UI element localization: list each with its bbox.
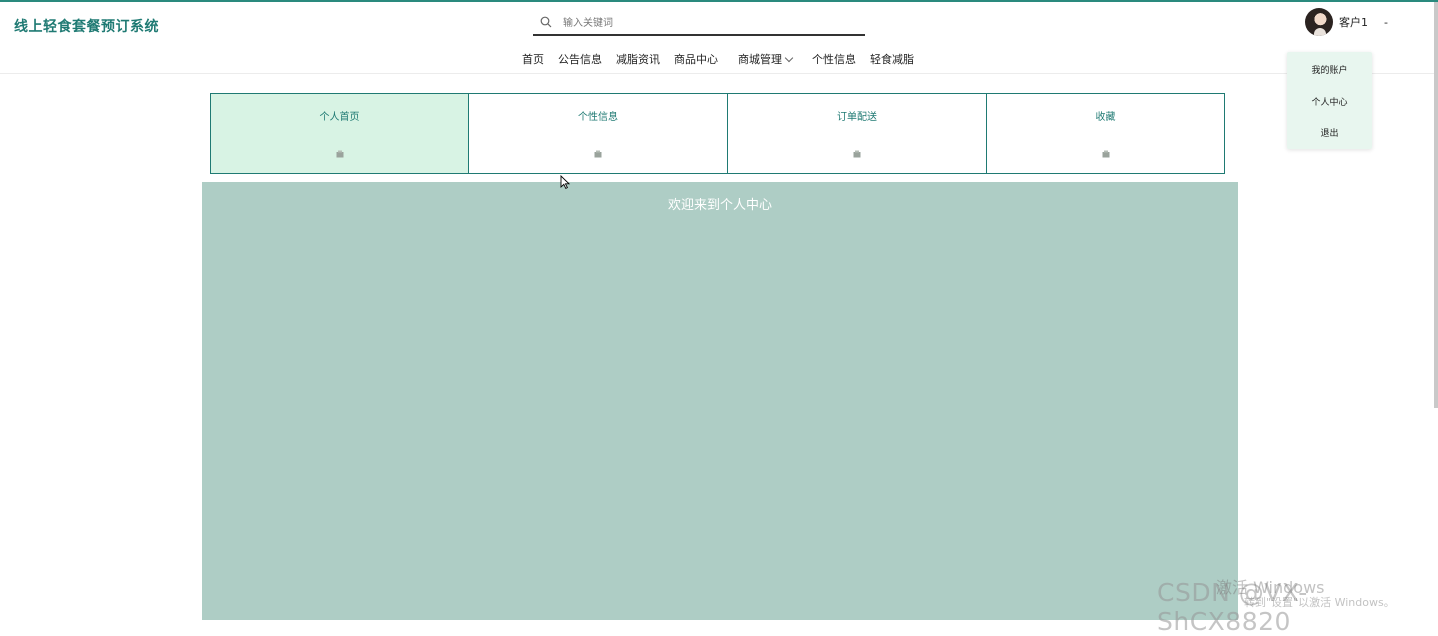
nav-item-profile[interactable]: 个性信息 (812, 51, 856, 67)
main-nav: 首页 公告信息 减脂资讯 商品中心 商城管理 个性信息 轻食减脂 (522, 50, 914, 68)
tab-favorites[interactable]: 收藏 (987, 94, 1224, 173)
menu-item-logout[interactable]: 退出 (1287, 126, 1372, 139)
user-menu-trigger[interactable]: 客户1 - (1305, 8, 1388, 36)
content-panel: 欢迎来到个人中心 (202, 182, 1238, 620)
tab-label: 订单配送 (837, 112, 877, 123)
chevron-down-icon (784, 53, 794, 62)
center-tabs: 个人首页 个性信息 订单配送 收藏 (210, 93, 1225, 174)
nav-item-diet-news[interactable]: 减脂资讯 (616, 51, 660, 67)
activate-windows-subtitle: 转到"设置"以激活 Windows。 (1244, 596, 1395, 609)
menu-item-my-account[interactable]: 我的账户 (1287, 63, 1372, 76)
site-header: 线上轻食套餐预订系统 首页 公告信息 减脂资讯 商品中心 商城管理 个性信息 轻… (0, 2, 1438, 74)
nav-item-home[interactable]: 首页 (522, 51, 544, 67)
nav-item-mall-management[interactable]: 商城管理 (738, 51, 794, 67)
tab-label: 个性信息 (578, 112, 618, 123)
tab-personal-info[interactable]: 个性信息 (469, 94, 728, 173)
avatar[interactable] (1305, 8, 1333, 36)
nav-item-products[interactable]: 商品中心 (674, 51, 718, 67)
site-brand[interactable]: 线上轻食套餐预订系统 (14, 16, 159, 36)
tab-image-icon (853, 150, 861, 158)
nav-item-light-meal[interactable]: 轻食减脂 (870, 51, 914, 67)
search-icon[interactable] (540, 16, 552, 28)
tab-order-delivery[interactable]: 订单配送 (728, 94, 987, 173)
tab-image-icon (594, 150, 602, 158)
user-name[interactable]: 客户1 (1339, 14, 1368, 30)
panel-title: 欢迎来到个人中心 (667, 198, 772, 213)
tab-label: 个人首页 (319, 112, 360, 123)
search-input[interactable] (563, 14, 853, 32)
tab-image-icon (1102, 150, 1109, 158)
page-scrollbar[interactable] (1434, 2, 1438, 408)
user-dash: - (1384, 15, 1388, 29)
nav-item-notices[interactable]: 公告信息 (558, 51, 602, 67)
tab-personal-home[interactable]: 个人首页 (211, 94, 469, 173)
nav-item-mall-management-label: 商城管理 (738, 53, 782, 66)
user-dropdown-menu: 我的账户 个人中心 退出 (1287, 52, 1372, 149)
search-bar (533, 12, 865, 36)
menu-item-personal-center[interactable]: 个人中心 (1287, 95, 1372, 108)
tab-label: 收藏 (1095, 112, 1116, 123)
tab-image-icon (336, 150, 343, 158)
mouse-cursor-icon (560, 175, 570, 189)
